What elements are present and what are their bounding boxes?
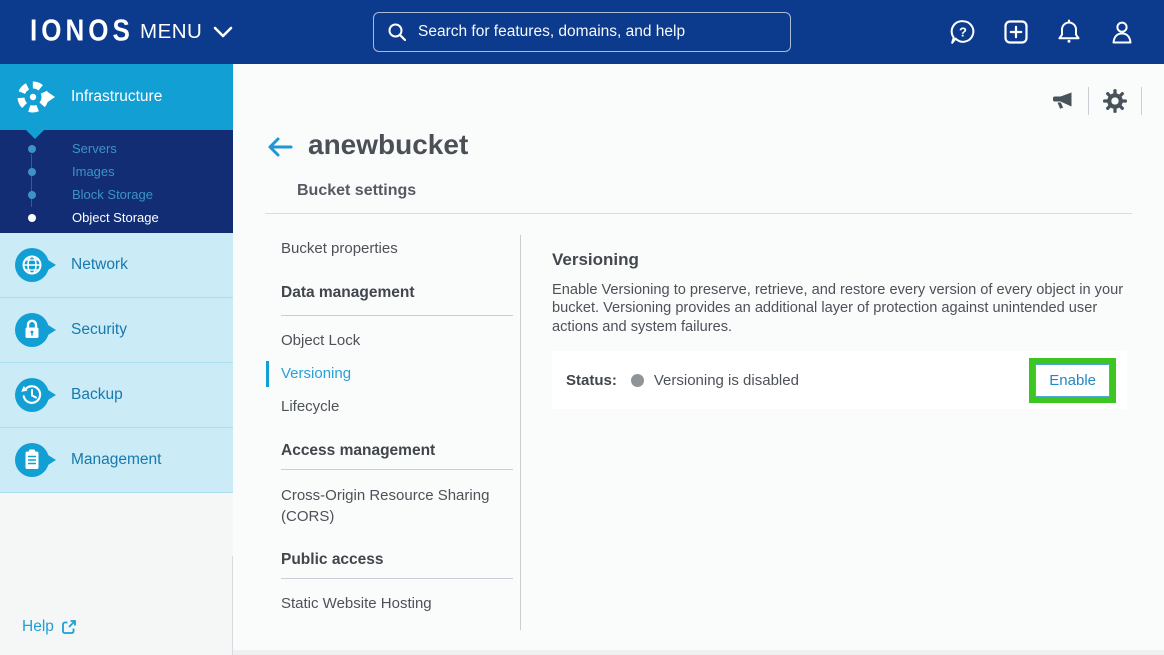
sidebar: Infrastructure Servers Images Block Stor… — [0, 64, 233, 655]
back-arrow-icon[interactable] — [266, 133, 293, 158]
sidebar-item-infrastructure[interactable]: Infrastructure — [0, 64, 233, 130]
management-clipboard-icon — [14, 442, 60, 478]
subnav-item-cors[interactable]: Cross-Origin Resource Sharing (CORS) — [281, 485, 513, 527]
submenu-item-label: Object Storage — [72, 210, 159, 225]
app-window: IONOS MENU ? — [0, 0, 1164, 655]
subnav-divider — [281, 578, 513, 579]
toolbar-divider — [1141, 87, 1142, 115]
sidebar-item-security[interactable]: Security — [0, 298, 233, 363]
submenu-item-block-storage[interactable]: Block Storage — [0, 183, 233, 206]
menu-button[interactable]: MENU — [140, 0, 233, 64]
status-card: Status: Versioning is disabled Enable — [552, 351, 1127, 409]
page-toolbar — [1050, 87, 1142, 115]
page-header: anewbucket — [266, 129, 468, 161]
infrastructure-icon — [14, 78, 60, 116]
submenu-item-images[interactable]: Images — [0, 160, 233, 183]
help-bubble-icon[interactable]: ? — [949, 18, 977, 46]
network-globe-icon — [14, 247, 60, 283]
subnav-item-versioning[interactable]: Versioning — [281, 364, 513, 384]
backup-restore-icon — [14, 377, 60, 413]
tab-divider — [265, 213, 1132, 214]
sidebar-item-label: Management — [71, 451, 161, 469]
sidebar-footer: Help — [0, 556, 233, 655]
announcements-megaphone-icon[interactable] — [1050, 89, 1075, 114]
settings-gear-icon[interactable] — [1102, 88, 1128, 114]
bullet-icon — [28, 191, 36, 199]
settings-subnav: Bucket properties Data management Object… — [281, 235, 513, 614]
subnav-divider — [281, 315, 513, 316]
external-link-icon — [61, 619, 77, 635]
sidebar-item-label: Security — [71, 321, 127, 339]
submenu-item-label: Images — [72, 164, 115, 179]
section-heading: Versioning — [552, 250, 1127, 270]
sidebar-item-label: Network — [71, 256, 128, 274]
tab-bucket-settings[interactable]: Bucket settings — [297, 182, 416, 200]
submenu-item-object-storage[interactable]: Object Storage — [0, 206, 233, 229]
status-label: Status: — [566, 372, 617, 389]
highlight-frame: Enable — [1029, 358, 1116, 403]
content-divider — [520, 235, 521, 630]
section-description: Enable Versioning to preserve, retrieve,… — [552, 281, 1127, 336]
bullet-icon — [28, 145, 36, 153]
subnav-item-object-lock[interactable]: Object Lock — [281, 331, 513, 351]
sidebar-item-label: Infrastructure — [71, 88, 162, 106]
search-icon — [387, 22, 407, 42]
status-dot-icon — [631, 374, 644, 387]
topbar: IONOS MENU ? — [0, 0, 1164, 64]
subnav-heading-data-management: Data management — [281, 283, 513, 303]
subnav-item-lifecycle[interactable]: Lifecycle — [281, 397, 513, 417]
submenu-item-label: Block Storage — [72, 187, 153, 202]
sidebar-item-network[interactable]: Network — [0, 233, 233, 298]
subnav-heading-access-management: Access management — [281, 441, 513, 461]
svg-text:?: ? — [959, 25, 967, 40]
help-link-label: Help — [22, 618, 54, 636]
account-icon[interactable] — [1108, 18, 1136, 46]
help-link[interactable]: Help — [22, 618, 77, 636]
notifications-bell-icon[interactable] — [1055, 18, 1083, 46]
bullet-icon — [28, 214, 36, 222]
subnav-item-bucket-properties[interactable]: Bucket properties — [281, 239, 513, 259]
sidebar-item-label: Backup — [71, 386, 123, 404]
menu-label: MENU — [140, 20, 202, 44]
toolbar-divider — [1088, 87, 1089, 115]
status-value: Versioning is disabled — [654, 372, 799, 389]
subnav-heading-public-access: Public access — [281, 550, 513, 570]
submenu-item-servers[interactable]: Servers — [0, 137, 233, 160]
infrastructure-submenu: Servers Images Block Storage Object Stor… — [0, 130, 233, 233]
page-title: anewbucket — [308, 129, 468, 161]
ionos-logo[interactable]: IONOS — [30, 12, 134, 49]
search-input[interactable] — [418, 23, 777, 41]
main-panel: anewbucket Bucket settings Bucket proper… — [233, 64, 1164, 655]
global-search[interactable] — [373, 12, 791, 52]
bullet-icon — [28, 168, 36, 176]
add-square-icon[interactable] — [1002, 18, 1030, 46]
sidebar-item-management[interactable]: Management — [0, 428, 233, 493]
versioning-section: Versioning Enable Versioning to preserve… — [552, 250, 1127, 409]
subnav-item-static-website-hosting[interactable]: Static Website Hosting — [281, 594, 513, 614]
sidebar-item-backup[interactable]: Backup — [0, 363, 233, 428]
topbar-icons: ? — [949, 0, 1136, 64]
chevron-down-icon — [213, 26, 233, 38]
enable-button[interactable]: Enable — [1035, 364, 1110, 397]
submenu-item-label: Servers — [72, 141, 117, 156]
security-lock-icon — [14, 312, 60, 348]
subnav-divider — [281, 469, 513, 470]
